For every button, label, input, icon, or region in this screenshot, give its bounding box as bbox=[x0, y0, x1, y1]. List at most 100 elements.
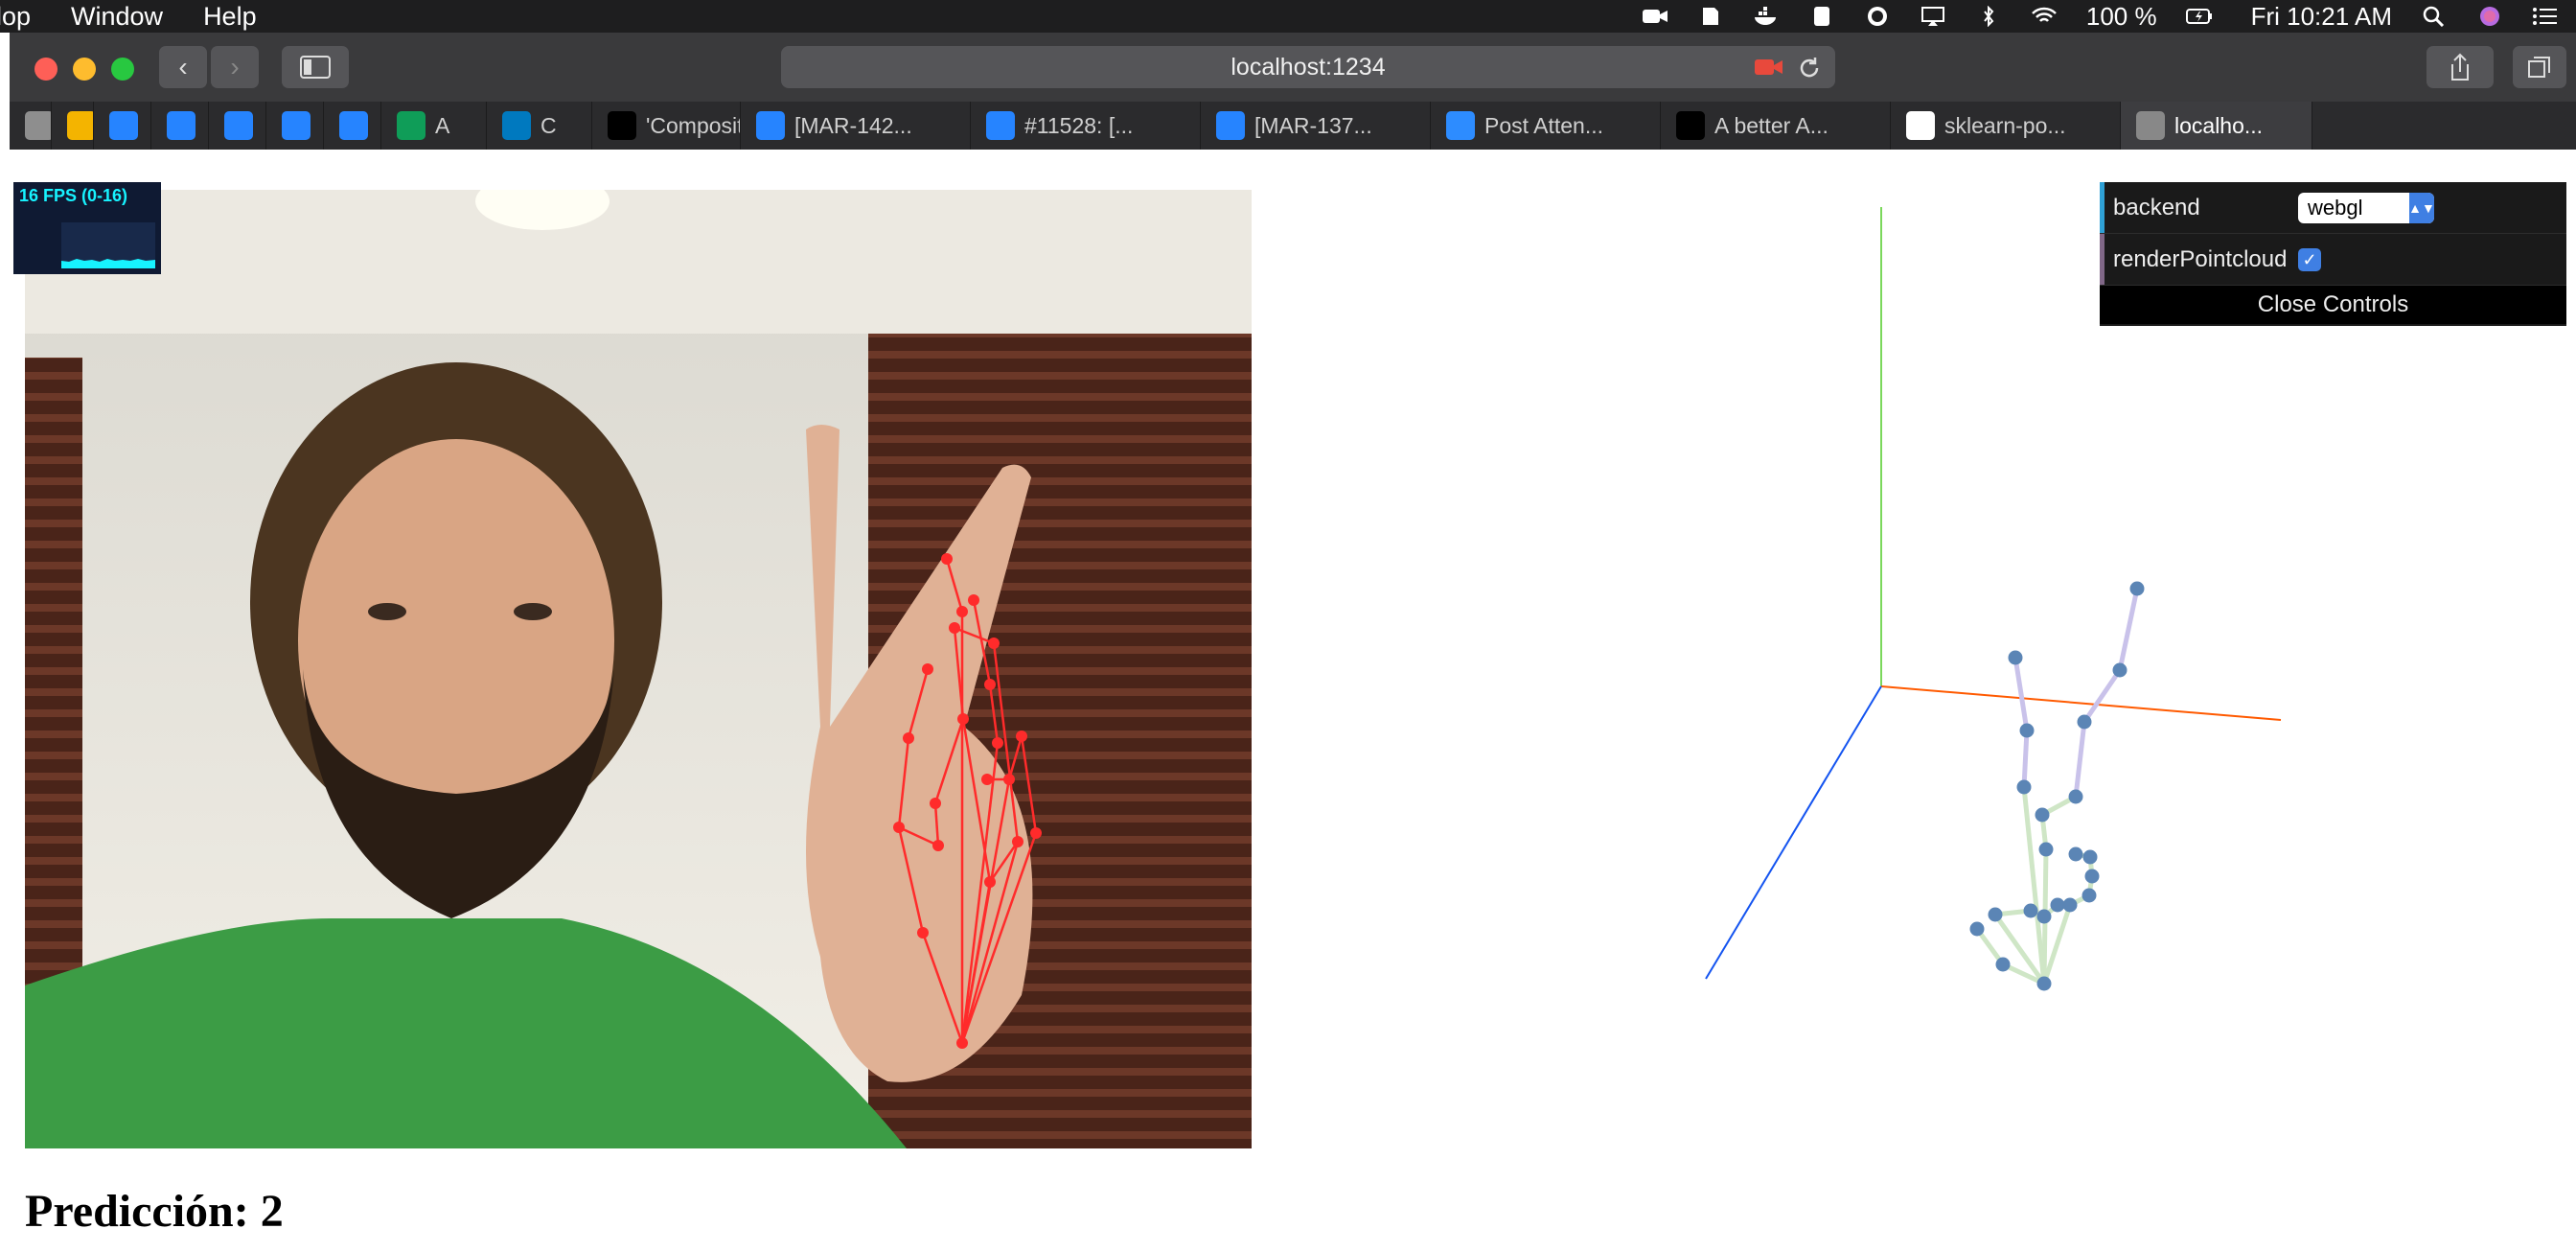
close-window-button[interactable] bbox=[34, 58, 58, 81]
pointcloud-label: renderPointcloud bbox=[2113, 245, 2288, 272]
user-status-icon[interactable] bbox=[1864, 6, 1891, 27]
notification-center-icon[interactable] bbox=[2532, 6, 2559, 27]
evernote-status-icon[interactable] bbox=[1697, 6, 1724, 27]
browser-tab-label: localho... bbox=[2174, 112, 2264, 138]
camera-recording-icon[interactable] bbox=[1755, 58, 1783, 77]
landmark-point bbox=[1012, 836, 1024, 847]
zoom-window-button[interactable] bbox=[111, 58, 134, 81]
skeleton-joint bbox=[2082, 888, 2097, 903]
address-url: localhost:1234 bbox=[1230, 53, 1386, 81]
chevron-right-icon: › bbox=[230, 52, 240, 81]
tab-overview-icon bbox=[2528, 57, 2550, 78]
trello-icon bbox=[502, 111, 531, 140]
fps-graph bbox=[61, 222, 155, 268]
medium-icon bbox=[1676, 111, 1705, 140]
skeleton-joint bbox=[2129, 581, 2145, 596]
skeleton-bone bbox=[2012, 657, 2030, 731]
prediction-heading: Predicción: 2 bbox=[25, 1186, 284, 1237]
zoom-status-icon[interactable] bbox=[1642, 6, 1668, 27]
landmark-point bbox=[957, 713, 969, 725]
browser-tab-label: A bbox=[435, 112, 450, 138]
share-button[interactable] bbox=[2426, 46, 2494, 88]
menu-clock[interactable]: Fri 10:21 AM bbox=[2251, 2, 2392, 32]
controls-panel: backend webgl ▲▼ renderPointcloud ✓ Clos… bbox=[2100, 182, 2566, 326]
browser-tab[interactable] bbox=[324, 102, 381, 150]
select-arrows-icon: ▲▼ bbox=[2408, 193, 2435, 223]
browser-tab[interactable]: #11528: [... bbox=[971, 102, 1201, 150]
browser-tab[interactable] bbox=[266, 102, 324, 150]
landmark-point bbox=[1003, 774, 1015, 785]
landmark-point bbox=[956, 1037, 968, 1049]
sheets-icon bbox=[397, 111, 426, 140]
calculator-status-icon[interactable] bbox=[1808, 6, 1835, 27]
reload-icon[interactable] bbox=[1797, 56, 1822, 81]
tab-overview-button[interactable] bbox=[2513, 46, 2566, 88]
browser-tab[interactable] bbox=[94, 102, 151, 150]
skeleton-joint bbox=[2112, 662, 2128, 678]
wifi-icon[interactable] bbox=[2031, 6, 2058, 27]
landmark-point bbox=[941, 553, 953, 565]
battery-icon[interactable] bbox=[2185, 6, 2213, 27]
landmark-point bbox=[984, 876, 996, 888]
backend-select[interactable]: webgl ▲▼ bbox=[2298, 193, 2435, 223]
bitbucket-icon bbox=[339, 111, 368, 140]
browser-tab[interactable]: [MAR-137... bbox=[1201, 102, 1431, 150]
browser-tab[interactable] bbox=[151, 102, 209, 150]
z-axis-line bbox=[1705, 685, 1882, 980]
zoom-icon bbox=[1446, 111, 1475, 140]
skeleton-joint bbox=[1969, 921, 1985, 937]
skeleton-joint bbox=[2082, 849, 2098, 865]
browser-tab[interactable] bbox=[10, 102, 52, 150]
close-controls-button[interactable]: Close Controls bbox=[2100, 286, 2566, 324]
page-content: 16 FPS (0-16) backend webgl ▲▼ renderPoi… bbox=[10, 150, 2576, 1252]
skeleton-joint bbox=[2019, 723, 2035, 738]
airplay-icon[interactable] bbox=[1920, 6, 1946, 27]
pointcloud-checkbox[interactable]: ✓ bbox=[2298, 248, 2321, 271]
siri-icon[interactable] bbox=[2476, 6, 2503, 27]
browser-tab[interactable] bbox=[52, 102, 94, 150]
back-button[interactable]: ‹ bbox=[159, 46, 207, 88]
browser-tab-label: [MAR-142... bbox=[794, 112, 912, 138]
docker-status-icon[interactable] bbox=[1753, 6, 1780, 27]
bitbucket-icon bbox=[282, 111, 310, 140]
control-bar bbox=[2100, 234, 2104, 285]
browser-window: ‹ › localhost:1234 A C 'Composit... [MAR-14… bbox=[10, 33, 2576, 1252]
browser-toolbar: ‹ › localhost:1234 bbox=[10, 33, 2576, 102]
fps-label: 16 FPS (0-16) bbox=[19, 186, 128, 205]
jira-icon bbox=[756, 111, 785, 140]
sidebar-toggle-button[interactable] bbox=[282, 46, 349, 88]
backend-control: backend webgl ▲▼ bbox=[2100, 182, 2566, 234]
address-bar[interactable]: localhost:1234 bbox=[781, 46, 1835, 88]
landmark-point bbox=[988, 638, 1000, 649]
skeleton-bone bbox=[2117, 588, 2140, 671]
skeleton-joint bbox=[2023, 903, 2038, 918]
bluetooth-icon[interactable] bbox=[1975, 6, 2002, 27]
forward-button[interactable]: › bbox=[211, 46, 259, 88]
skeleton-joint bbox=[2084, 869, 2100, 884]
browser-tab[interactable]: [MAR-142... bbox=[741, 102, 971, 150]
browser-tab[interactable]: A bbox=[381, 102, 487, 150]
browser-tab[interactable]: 'Composit... bbox=[592, 102, 741, 150]
skeleton-joint bbox=[2077, 714, 2092, 730]
landmark-point bbox=[903, 732, 914, 744]
browser-tab[interactable]: A better A... bbox=[1661, 102, 1891, 150]
landmark-point bbox=[917, 927, 929, 939]
browser-tab[interactable]: localho... bbox=[2121, 102, 2312, 150]
menu-item-help[interactable]: Help bbox=[203, 2, 257, 32]
control-bar bbox=[2100, 182, 2104, 233]
menu-item-window[interactable]: Window bbox=[71, 2, 163, 32]
minimize-window-button[interactable] bbox=[73, 58, 96, 81]
spotlight-search-icon[interactable] bbox=[2421, 6, 2448, 27]
skeleton-joint bbox=[1988, 907, 2003, 922]
browser-tab[interactable]: C bbox=[487, 102, 592, 150]
browser-tab-label: [MAR-137... bbox=[1254, 112, 1372, 138]
hand-skeleton-3d bbox=[1969, 581, 2145, 991]
browser-tab[interactable]: Post Atten... bbox=[1431, 102, 1661, 150]
camera-icon bbox=[2136, 111, 2165, 140]
google-icon bbox=[25, 111, 51, 140]
browser-tab[interactable] bbox=[209, 102, 266, 150]
menu-item-app[interactable]: lop bbox=[0, 2, 31, 32]
backend-value: webgl bbox=[2308, 196, 2363, 220]
browser-tab[interactable]: sklearn-po... bbox=[1891, 102, 2121, 150]
checkmark-icon: ✓ bbox=[2302, 249, 2317, 269]
